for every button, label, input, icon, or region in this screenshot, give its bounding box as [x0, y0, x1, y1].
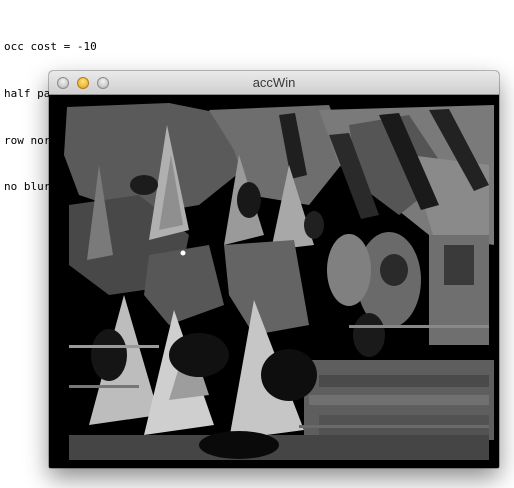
- window-titlebar[interactable]: accWin: [49, 71, 499, 95]
- disparity-map-graphic: [49, 95, 499, 468]
- window-title: accWin: [252, 75, 296, 90]
- acc-window: accWin: [49, 71, 499, 468]
- disparity-map-image: [49, 95, 499, 468]
- terminal-line: occ cost = -10: [4, 40, 97, 53]
